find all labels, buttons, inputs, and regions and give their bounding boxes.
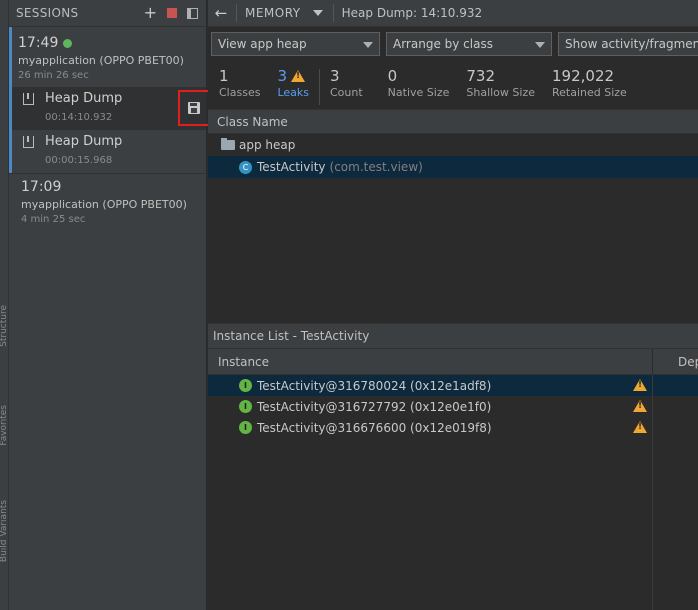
instance-row[interactable]: I TestActivity@316780024 (0x12e1adf8) <box>208 375 698 396</box>
stat-shallow-size: 732 Shallow Size <box>466 66 535 109</box>
heap-dump-label: Heap Dump: 14:10.932 <box>341 6 483 20</box>
session-device: myapplication (OPPO PBET00) <box>18 54 184 67</box>
chevron-down-icon <box>535 42 545 48</box>
instance-column-header[interactable]: Instance <box>208 355 269 369</box>
heap-group-label: app heap <box>239 138 296 152</box>
heap-select-value: View app heap <box>218 37 307 51</box>
heap-dump-title: Heap Dump <box>45 91 123 106</box>
stat-retained-size: 192,022 Retained Size <box>552 66 627 109</box>
memory-profiler-main: ← MEMORY Heap Dump: 14:10.932 View app h… <box>208 0 698 610</box>
heap-dump-icon <box>23 136 34 148</box>
class-icon: C <box>239 160 252 174</box>
instance-icon: I <box>239 379 252 392</box>
save-heap-dump-button[interactable] <box>178 90 210 126</box>
filter-bar: View app heap Arrange by class Show acti… <box>208 27 698 61</box>
stat-label: Leaks <box>277 86 309 99</box>
session-time: 17:09 <box>21 179 62 195</box>
activity-leak-filter-label: Show activity/fragment Leaks <box>565 37 698 51</box>
instance-label: TestActivity@316727792 (0x12e0e1f0) <box>257 399 492 414</box>
depth-column-header[interactable]: Dep <box>652 349 698 375</box>
class-name-column-header[interactable]: Class Name <box>208 109 698 134</box>
stat-label: Retained Size <box>552 86 627 99</box>
warning-icon <box>633 400 647 412</box>
stat-value: 3 <box>330 66 340 85</box>
class-row[interactable]: C TestActivity (com.test.view) <box>208 156 698 178</box>
session-duration: 26 min 26 sec <box>18 70 89 81</box>
heap-dump-item[interactable]: Heap Dump 00:00:15.968 <box>9 130 206 173</box>
heap-select[interactable]: View app heap <box>211 32 380 56</box>
stat-value-row: 3 <box>277 66 309 85</box>
favorites-tab-label[interactable]: Favorites <box>0 405 9 446</box>
instance-list-pane: Instance List - TestActivity Instance De… <box>208 323 698 610</box>
heap-dump-icon <box>23 93 34 105</box>
instance-row[interactable]: I TestActivity@316676600 (0x12e019f8) <box>208 417 698 438</box>
toolbar-separator <box>332 4 334 22</box>
instance-icon: I <box>239 400 252 413</box>
instance-column-headers: Instance Dep <box>208 349 698 375</box>
warning-icon <box>633 379 647 391</box>
stat-label: Count <box>330 86 363 99</box>
stat-label: Native Size <box>387 86 450 99</box>
chevron-down-icon[interactable] <box>312 10 323 16</box>
panel-icon[interactable] <box>187 7 198 19</box>
tool-window-strip: Structure Favorites Build Variants <box>0 0 9 610</box>
stat-value: 1 <box>219 66 229 85</box>
stat-count: 3 Count <box>330 66 363 109</box>
build-variants-tab-label[interactable]: Build Variants <box>0 500 9 562</box>
session-time: 17:49 <box>18 35 59 51</box>
instance-icon: I <box>239 421 252 434</box>
stat-value: 732 <box>466 66 496 85</box>
arrange-select[interactable]: Arrange by class <box>386 32 552 56</box>
class-name: TestActivity <box>257 160 326 174</box>
warning-icon <box>291 69 305 82</box>
heap-dump-duration: 00:00:15.968 <box>45 155 113 166</box>
stat-value: 3 <box>277 66 287 85</box>
heap-dump-duration: 00:14:10.932 <box>45 112 113 123</box>
class-package: (com.test.view) <box>329 160 423 174</box>
heap-summary: 1 Classes 3 Leaks 3 Count 0 Native Size … <box>208 61 698 109</box>
session-device: myapplication (OPPO PBET00) <box>21 198 187 211</box>
instance-list-title: Instance List - TestActivity <box>208 324 698 349</box>
instance-row[interactable]: I TestActivity@316727792 (0x12e0e1f0) <box>208 396 698 417</box>
heap-dump-item[interactable]: Heap Dump 00:14:10.932 <box>9 87 210 130</box>
structure-tab-label[interactable]: Structure <box>0 305 9 347</box>
warning-icon <box>633 421 647 433</box>
stat-native-size: 0 Native Size <box>388 66 450 109</box>
activity-leak-filter[interactable]: Show activity/fragment Leaks <box>558 32 698 56</box>
live-status-dot <box>63 38 73 48</box>
session-duration: 4 min 25 sec <box>21 214 86 225</box>
folder-icon <box>221 138 235 150</box>
chevron-down-icon <box>363 42 373 48</box>
sessions-panel: SESSIONS + 17:49 myapplication (OPPO PBE… <box>9 0 210 610</box>
stat-label: Shallow Size <box>466 86 535 99</box>
stat-leaks[interactable]: 3 Leaks <box>277 66 309 109</box>
stop-icon[interactable] <box>167 8 177 18</box>
stat-value: 0 <box>387 66 398 85</box>
stat-classes: 1 Classes <box>219 66 260 109</box>
profiler-toolbar: ← MEMORY Heap Dump: 14:10.932 <box>208 0 698 27</box>
session-item[interactable]: 17:49 myapplication (OPPO PBET00) 26 min… <box>9 27 206 87</box>
stat-separator <box>319 69 320 105</box>
save-icon <box>188 102 200 114</box>
column-label: Class Name <box>217 114 288 129</box>
plus-icon[interactable]: + <box>144 5 157 21</box>
sessions-header: SESSIONS + <box>9 0 206 27</box>
arrange-select-value: Arrange by class <box>393 37 493 51</box>
heap-dump-title: Heap Dump <box>45 134 123 149</box>
sessions-title: SESSIONS <box>16 6 79 20</box>
instance-label: TestActivity@316676600 (0x12e019f8) <box>257 420 492 435</box>
column-divider[interactable] <box>652 375 653 610</box>
session-item[interactable]: 17:09 myapplication (OPPO PBET00) 4 min … <box>9 174 206 231</box>
stat-label: Classes <box>219 86 261 99</box>
back-arrow-icon[interactable]: ← <box>208 4 234 22</box>
heap-group-row[interactable]: app heap <box>208 134 698 156</box>
profiler-selector[interactable]: MEMORY <box>245 6 301 20</box>
instance-label: TestActivity@316780024 (0x12e1adf8) <box>257 378 492 393</box>
stat-value: 192,022 <box>552 66 615 85</box>
toolbar-separator <box>236 4 237 22</box>
